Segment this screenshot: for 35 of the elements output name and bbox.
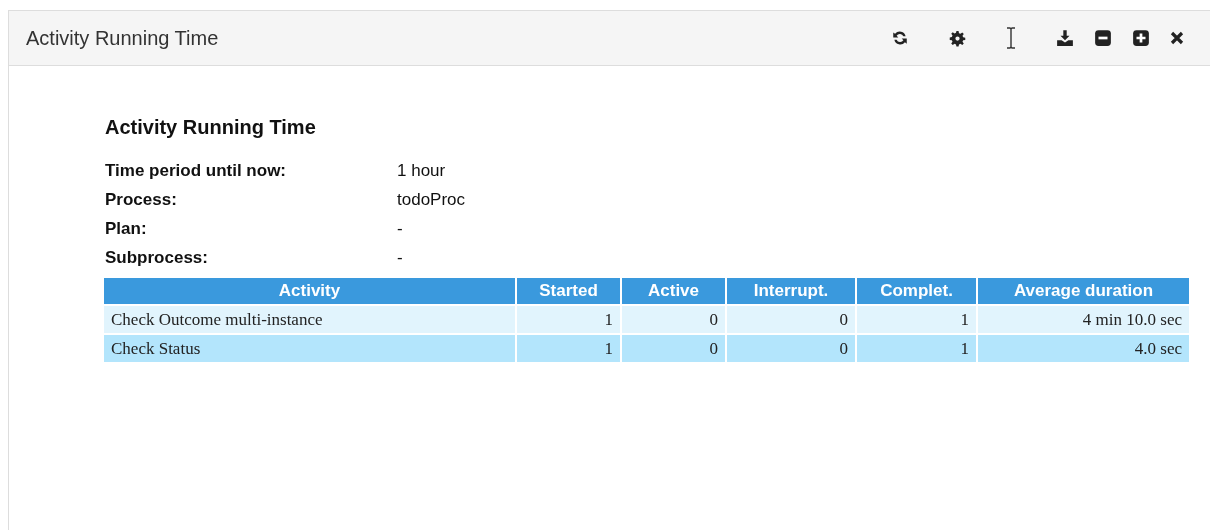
settings-icon[interactable]	[949, 29, 966, 47]
field-label: Process:	[105, 190, 178, 210]
table-cell: Check Status	[104, 334, 516, 362]
field-label: Time period until now:	[105, 161, 287, 181]
field-value: todoProc	[397, 190, 467, 210]
table-cell: 4.0 sec	[977, 334, 1190, 362]
column-header: Active	[621, 278, 726, 305]
table-cell: 0	[726, 305, 856, 334]
minimize-icon[interactable]	[1094, 29, 1112, 47]
close-icon[interactable]	[1170, 31, 1184, 45]
column-header: Interrupt.	[726, 278, 856, 305]
table-cell: 0	[726, 334, 856, 362]
field-value: -	[397, 248, 404, 268]
field-value: 1 hour	[397, 161, 447, 181]
table-cell: 1	[516, 305, 621, 334]
report-title: Activity Running Time	[105, 116, 317, 139]
refresh-icon[interactable]	[891, 29, 909, 47]
table-cell: 0	[621, 305, 726, 334]
table-cell: 0	[621, 334, 726, 362]
table-cell: 4 min 10.0 sec	[977, 305, 1190, 334]
table-cell: 1	[856, 305, 977, 334]
table-cell: 1	[856, 334, 977, 362]
field-label: Plan:	[105, 219, 148, 239]
field-label: Subprocess:	[105, 248, 209, 268]
window-title: Activity Running Time	[26, 26, 219, 50]
column-header: Activity	[104, 278, 516, 305]
table-cell: Check Outcome multi-instance	[104, 305, 516, 334]
maximize-icon[interactable]	[1132, 29, 1150, 47]
column-header: Started	[516, 278, 621, 305]
download-icon[interactable]	[1056, 29, 1074, 47]
column-header: Complet.	[856, 278, 977, 305]
column-header: Average duration	[977, 278, 1190, 305]
field-value: -	[397, 219, 404, 239]
table-cell: 1	[516, 334, 621, 362]
text-cursor-icon[interactable]	[1006, 27, 1016, 49]
